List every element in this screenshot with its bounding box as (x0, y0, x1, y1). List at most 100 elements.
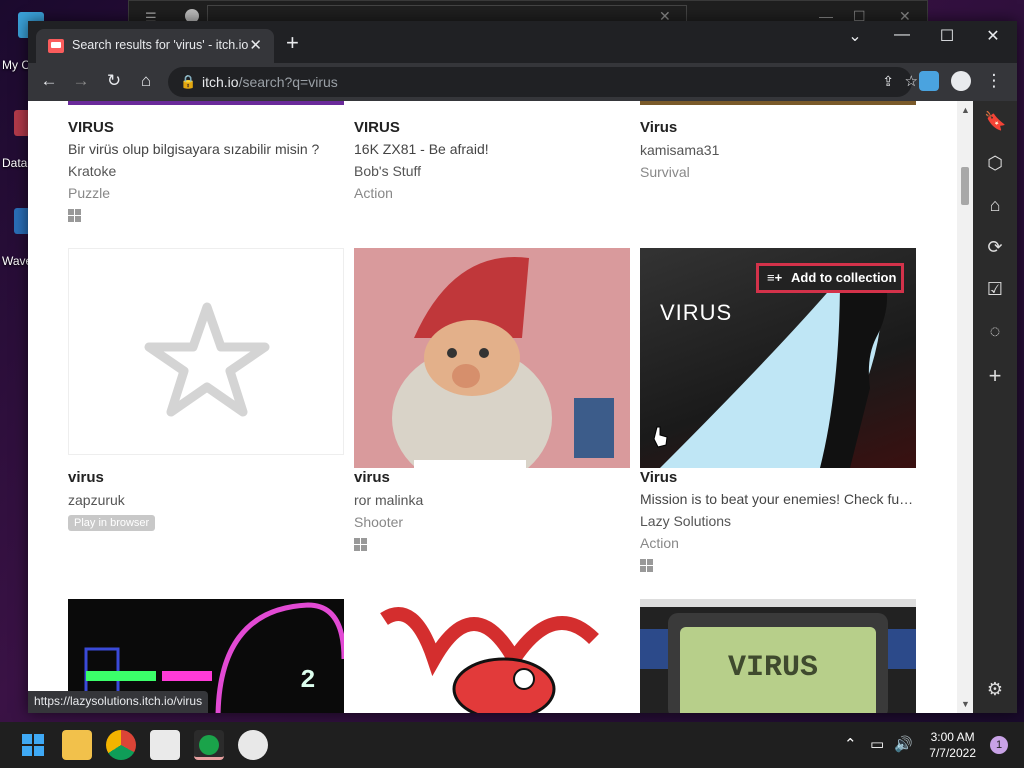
show-hidden-icons-chevron[interactable]: ⌃ (844, 735, 857, 753)
reload-button[interactable]: ↻ (103, 71, 125, 91)
game-thumbnail[interactable] (640, 101, 916, 105)
status-bar-link: https://lazysolutions.itch.io/virus (28, 691, 209, 713)
bookmark-star-icon[interactable]: ☆ (905, 72, 918, 90)
game-author[interactable]: Kratoke (68, 163, 344, 179)
maximize-button[interactable]: ☐ (935, 26, 959, 46)
edge-active-app-icon[interactable] (194, 730, 224, 760)
page-scrollbar[interactable]: ▲ ▼ (957, 101, 973, 713)
game-author[interactable]: ror malinka (354, 492, 630, 508)
forward-button[interactable]: → (70, 71, 92, 91)
messenger-icon[interactable]: ◌ (984, 321, 1006, 343)
taskbar: ⌃ ▭ 🔊 3:00 AM 7/7/2022 1 (0, 722, 1024, 768)
store-icon[interactable] (150, 730, 180, 760)
tab-close-icon[interactable]: ✕ (249, 36, 262, 54)
game-thumbnail[interactable]: VIRUS (640, 599, 916, 713)
scroll-up-icon[interactable]: ▲ (961, 105, 970, 115)
game-title[interactable]: Virus (640, 469, 916, 486)
browser-side-panel: 🔖 ⬡ ⌂ ⟳ ☑ ◌ + ⚙ (973, 101, 1017, 713)
file-explorer-icon[interactable] (62, 730, 92, 760)
game-description: 16K ZX81 - Be afraid! (354, 141, 489, 157)
game-description: Mission is to beat your enemies! Check f… (640, 491, 916, 507)
play-in-browser-badge: Play in browser (68, 515, 156, 531)
game-title[interactable]: VIRUS (354, 119, 630, 136)
game-author[interactable]: zapzuruk (68, 492, 344, 508)
settings-gear-icon[interactable]: ⚙ (984, 679, 1006, 701)
clock-time: 3:00 AM (930, 730, 975, 744)
search-results-page: VIRUS Bir virüs olup bilgisayara sızabil… (28, 101, 973, 713)
minimize-button[interactable]: — (890, 26, 914, 44)
notification-badge[interactable]: 1 (990, 736, 1008, 754)
cube-icon[interactable]: ⬡ (984, 153, 1006, 175)
tag-icon[interactable]: ⌂ (984, 195, 1006, 217)
svg-text:2: 2 (300, 665, 316, 695)
tab-search-results[interactable]: Search results for 'virus' - itch.io ✕ (36, 29, 274, 63)
desktop-icon-wave[interactable]: Wave (0, 208, 40, 268)
volume-icon[interactable]: 🔊 (894, 735, 913, 753)
game-author[interactable]: kamisama31 (640, 142, 916, 158)
game-thumbnail[interactable] (354, 599, 630, 713)
address-bar[interactable]: 🔒 itch.io/search?q=virus ⇪ ☆ (168, 67, 918, 97)
game-genre: Puzzle (68, 185, 111, 201)
game-thumbnail-gnome[interactable] (354, 248, 630, 468)
windows-start-icon (22, 734, 44, 756)
profile-avatar-icon[interactable] (951, 71, 971, 91)
home-button[interactable]: ⌂ (135, 71, 157, 91)
game-thumbnail-placeholder[interactable] (68, 248, 344, 455)
game-card[interactable]: Virus Mission is to beat your enemies! C… (640, 469, 916, 577)
add-to-collection-button[interactable]: ≡+ Add to collection (756, 263, 904, 293)
system-clock[interactable]: 3:00 AM 7/7/2022 (929, 729, 976, 761)
browser-toolbar: ← → ↻ ⌂ 🔒 itch.io/search?q=virus ⇪ ☆ ⋮ (28, 63, 1017, 101)
clock-date: 7/7/2022 (929, 746, 976, 760)
tab-search-chevron-icon[interactable]: ⌄ (843, 26, 867, 46)
desktop-icon-data[interactable]: Data (0, 110, 40, 170)
game-thumbnail-virus[interactable]: VIRUS ≡+ Add to collection (640, 248, 916, 468)
gnome-image (392, 257, 614, 468)
sync-icon[interactable]: ⟳ (984, 237, 1006, 259)
browser-menu-icon[interactable]: ⋮ (983, 71, 1005, 91)
clock-app-icon[interactable] (238, 730, 268, 760)
game-author[interactable]: Bob's Stuff (354, 163, 630, 179)
tab-strip: Search results for 'virus' - itch.io ✕ +… (28, 21, 1017, 63)
share-icon[interactable]: ⇪ (882, 73, 894, 90)
game-card[interactable]: VIRUS Bir virüs olup bilgisayara sızabil… (68, 119, 344, 227)
game-title[interactable]: virus (354, 469, 630, 486)
game-description: Bir virüs olup bilgisayara sızabilir mis… (68, 141, 320, 157)
browser-window: Search results for 'virus' - itch.io ✕ +… (28, 21, 1017, 713)
game-card[interactable]: Virus kamisama31 Survival (640, 119, 916, 180)
hand-cursor-icon (653, 426, 668, 448)
game-title[interactable]: virus (68, 469, 344, 486)
lock-icon: 🔒 (180, 74, 197, 89)
scrollbar-thumb[interactable] (961, 167, 969, 205)
new-tab-button[interactable]: + (286, 32, 299, 54)
chrome-icon[interactable] (106, 730, 136, 760)
desktop-icon-label: My C (2, 58, 30, 72)
game-genre: Shooter (354, 514, 404, 530)
url-text: itch.io/search?q=virus (202, 74, 338, 90)
game-genre: Action (640, 535, 679, 551)
extension-icon[interactable] (919, 71, 939, 91)
tasks-icon[interactable]: ☑ (984, 279, 1006, 301)
desktop-icon-my-computer[interactable]: My C (0, 12, 44, 72)
game-thumbnail[interactable] (68, 101, 344, 105)
game-author[interactable]: Lazy Solutions (640, 513, 916, 529)
close-window-button[interactable]: ✕ (981, 26, 1005, 46)
windows-platform-icon (640, 559, 653, 572)
game-title[interactable]: Virus (640, 119, 916, 136)
windows-platform-icon (68, 209, 81, 222)
game-card[interactable]: virus zapzuruk Play in browser (68, 469, 344, 531)
retro-screen-art: VIRUS (640, 599, 916, 713)
game-card[interactable]: virus ror malinka Shooter (354, 469, 630, 556)
add-icon[interactable]: + (984, 363, 1006, 388)
itchio-favicon-icon (48, 39, 64, 53)
svg-text:VIRUS: VIRUS (728, 651, 818, 685)
game-title[interactable]: VIRUS (68, 119, 344, 136)
tab-title: Search results for 'virus' - itch.io (72, 38, 249, 52)
back-button[interactable]: ← (38, 71, 60, 91)
scroll-down-icon[interactable]: ▼ (961, 699, 970, 709)
start-button[interactable] (18, 730, 48, 760)
game-card[interactable]: VIRUS 16K ZX81 - Be afraid! Bob's Stuff … (354, 119, 630, 201)
bookmark-icon[interactable]: 🔖 (984, 111, 1006, 133)
desktop-icon-label: Data (2, 156, 28, 170)
network-icon[interactable]: ▭ (870, 735, 884, 753)
star-placeholder-icon (144, 302, 270, 417)
